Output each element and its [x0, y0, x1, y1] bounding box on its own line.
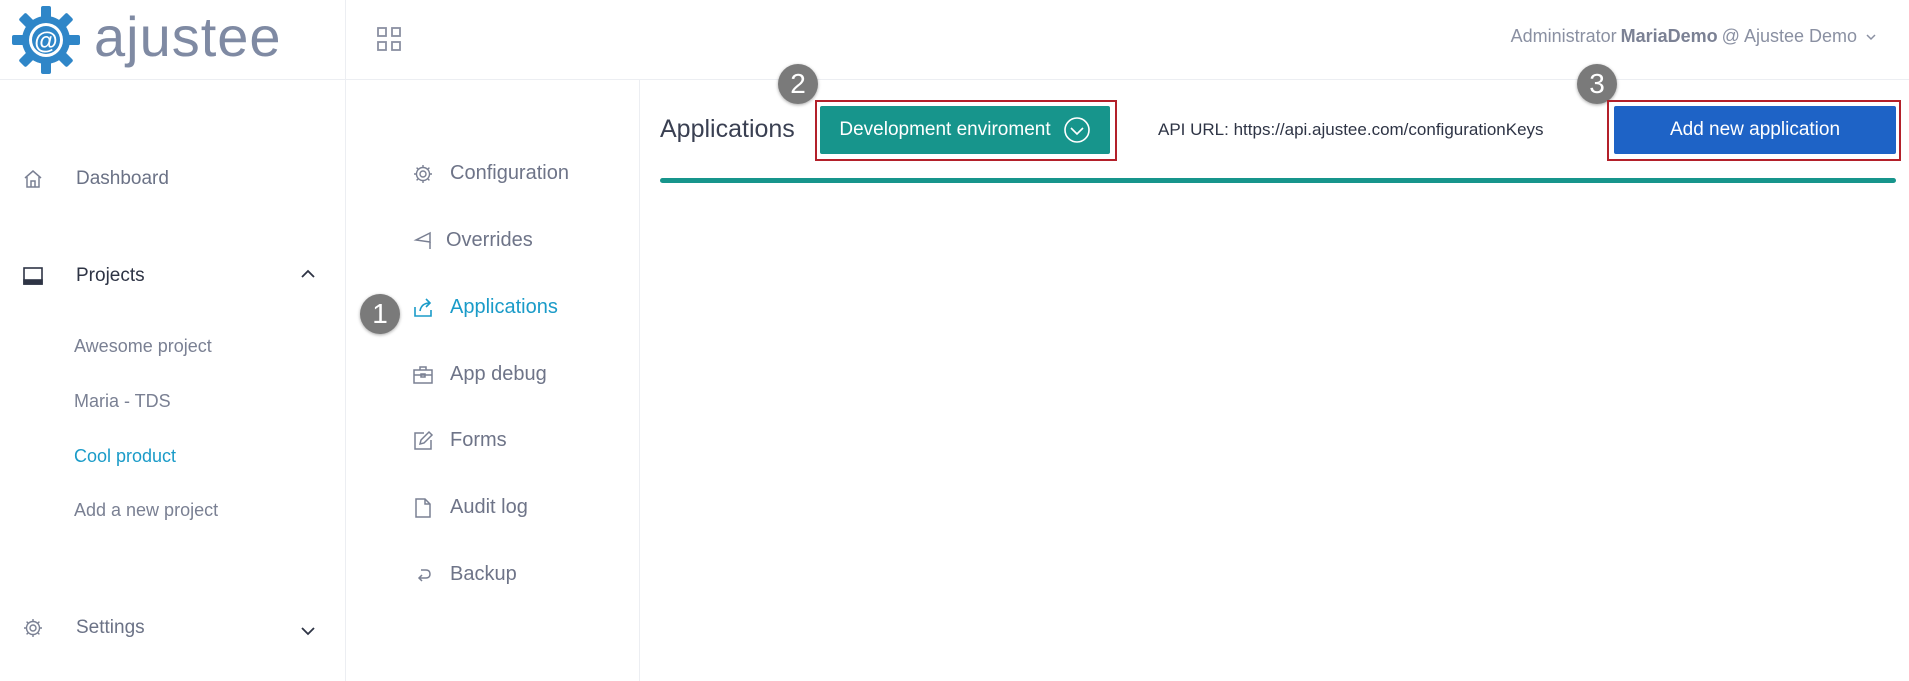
sidebar-item-label: Settings — [76, 617, 145, 638]
environment-selector-button[interactable]: Development enviroment — [820, 106, 1110, 154]
subnav-item-label: Forms — [450, 429, 507, 451]
sidebar-item-dashboard[interactable]: Dashboard — [22, 168, 169, 190]
subnav-item-app-debug[interactable]: App debug — [412, 363, 547, 386]
project-item-cool-product[interactable]: Cool product — [74, 446, 176, 467]
sidebar-item-settings[interactable]: Settings — [22, 617, 145, 639]
sidebar-item-projects[interactable]: Projects — [22, 265, 145, 287]
chevron-up-icon[interactable] — [300, 266, 316, 282]
project-subnav: Configuration Overrides Applications App… — [346, 80, 639, 681]
progress-fill — [660, 178, 1896, 183]
subnav-item-audit-log[interactable]: Audit log — [412, 496, 528, 519]
monitor-icon — [23, 267, 43, 285]
project-item-awesome-project[interactable]: Awesome project — [74, 336, 212, 357]
share-icon — [414, 297, 432, 317]
gear-icon — [414, 164, 432, 183]
chevron-down-icon — [1866, 33, 1876, 40]
gear-logo-icon: @ — [12, 6, 80, 74]
main-sidebar: Dashboard Projects Awesome project Maria… — [0, 80, 345, 681]
subnav-item-label: Backup — [450, 563, 517, 585]
subnav-item-applications[interactable]: Applications — [412, 296, 558, 319]
content-divider — [639, 80, 640, 681]
api-url-label: API URL: — [1158, 120, 1229, 139]
send-icon — [413, 231, 431, 249]
user-menu[interactable]: Administrator MariaDemo @ Ajustee Demo — [1511, 26, 1877, 47]
user-name: MariaDemo — [1620, 26, 1718, 46]
edit-icon — [414, 430, 434, 450]
top-bar: @ ajustee Administrator MariaDemo @ Ajus… — [0, 0, 1909, 80]
brand-logo[interactable]: @ ajustee — [10, 4, 282, 76]
api-url-text: API URL: https://api.ajustee.com/configu… — [1158, 120, 1544, 140]
loading-progress-bar — [660, 178, 1896, 183]
sidebar-item-label: Dashboard — [76, 168, 169, 189]
add-new-project-link[interactable]: Add a new project — [74, 500, 218, 521]
gear-icon — [24, 619, 42, 637]
subnav-item-overrides[interactable]: Overrides — [412, 229, 533, 252]
subnav-item-label: Applications — [450, 296, 558, 318]
add-new-application-button[interactable]: Add new application — [1614, 106, 1896, 154]
callout-badge-3: 3 — [1577, 64, 1617, 104]
sidebar-item-label: Projects — [76, 265, 145, 286]
subnav-item-label: Configuration — [450, 162, 569, 184]
home-icon — [24, 170, 42, 188]
chevron-down-circle-icon — [1063, 117, 1090, 143]
briefcase-icon — [413, 365, 433, 384]
subnav-item-label: Audit log — [450, 496, 528, 518]
user-role: Administrator — [1510, 26, 1617, 46]
chevron-down-icon[interactable] — [300, 623, 316, 639]
workspace-name: Ajustee Demo — [1743, 26, 1857, 46]
callout-badge-2: 2 — [778, 64, 818, 104]
callout-badge-1: 1 — [360, 294, 400, 334]
subnav-item-backup[interactable]: Backup — [412, 563, 517, 586]
subnav-item-forms[interactable]: Forms — [412, 429, 507, 452]
subnav-item-configuration[interactable]: Configuration — [412, 162, 569, 185]
user-separator: @ — [1721, 26, 1740, 46]
file-icon — [415, 497, 431, 518]
page-title: Applications — [660, 115, 795, 143]
api-url-value: https://api.ajustee.com/configurationKey… — [1233, 120, 1544, 139]
subnav-item-label: Overrides — [446, 229, 533, 251]
brand-name: ajustee — [94, 5, 282, 68]
subnav-item-label: App debug — [450, 363, 547, 385]
undo-icon — [417, 568, 431, 582]
logo-letter: @ — [34, 28, 57, 55]
environment-button-label: Development enviroment — [839, 119, 1051, 140]
grid-icon[interactable] — [376, 26, 402, 52]
project-item-maria-tds[interactable]: Maria - TDS — [74, 391, 171, 412]
